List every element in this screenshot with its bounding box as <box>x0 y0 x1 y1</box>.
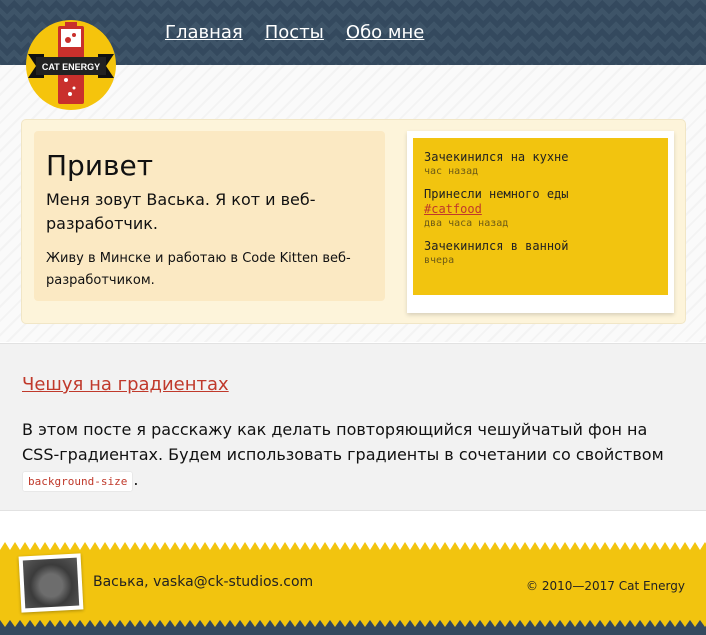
post-body-text: В этом посте я расскажу как делать повто… <box>22 420 664 464</box>
hero-section: Привет Меня зовут Васька. Я кот и веб-ра… <box>21 119 686 324</box>
feed-item-tag-link[interactable]: #catfood <box>424 202 657 217</box>
feed-item-text: Принесли немного еды <box>424 187 569 201</box>
post-body-end: . <box>133 470 139 489</box>
feed-item-time: час назад <box>424 166 479 177</box>
post-heading: Чешуя на градиентах <box>22 369 684 397</box>
author-contact: Васька, vaska@ck-studios.com <box>93 574 314 590</box>
cat-energy-logo[interactable]: CAT ENERGY <box>26 20 116 110</box>
intro-sub: Живу в Минске и работаю в Code Kitten ве… <box>46 251 351 288</box>
post-code-snippet: background-size <box>22 471 134 492</box>
nav-posts-link[interactable]: Посты <box>265 22 324 43</box>
intro-card: Привет Меня зовут Васька. Я кот и веб-ра… <box>34 131 385 301</box>
feed-item: Зачекинился в ванной вчера <box>424 239 657 267</box>
feed-item-time: два часа назад <box>424 218 509 229</box>
feed-item-text: Зачекинился в ванной <box>424 239 569 253</box>
main-nav: Главная Посты Обо мне <box>165 22 424 43</box>
post-excerpt: В этом посте я расскажу как делать повто… <box>22 417 684 494</box>
activity-feed-card: Зачекинился на кухне час назад Принесли … <box>407 131 674 313</box>
post-preview: Чешуя на градиентах В этом посте я расск… <box>0 343 706 511</box>
footer-bottom-bar <box>0 620 706 635</box>
nav-about-link[interactable]: Обо мне <box>346 22 424 43</box>
feed-item-time: вчера <box>424 255 455 266</box>
feed-item: Принесли немного еды #catfood два часа н… <box>424 187 657 230</box>
feed-item-text: Зачекинился на кухне <box>424 150 569 164</box>
intro-lead: Меня зовут Васька. Я кот и веб-разработч… <box>46 190 316 233</box>
logo-text: CAT ENERGY <box>42 62 100 72</box>
feed-item: Зачекинился на кухне час назад <box>424 150 657 178</box>
post-title-link[interactable]: Чешуя на градиентах <box>22 374 229 395</box>
copyright: © 2010—2017 Cat Energy <box>526 579 685 593</box>
intro-title: Привет <box>46 149 154 182</box>
zigzag-border <box>0 540 706 550</box>
activity-feed: Зачекинился на кухне час назад Принесли … <box>413 138 668 295</box>
nav-home-link[interactable]: Главная <box>165 22 243 43</box>
cat-photo <box>22 557 80 609</box>
author-avatar <box>18 553 84 613</box>
